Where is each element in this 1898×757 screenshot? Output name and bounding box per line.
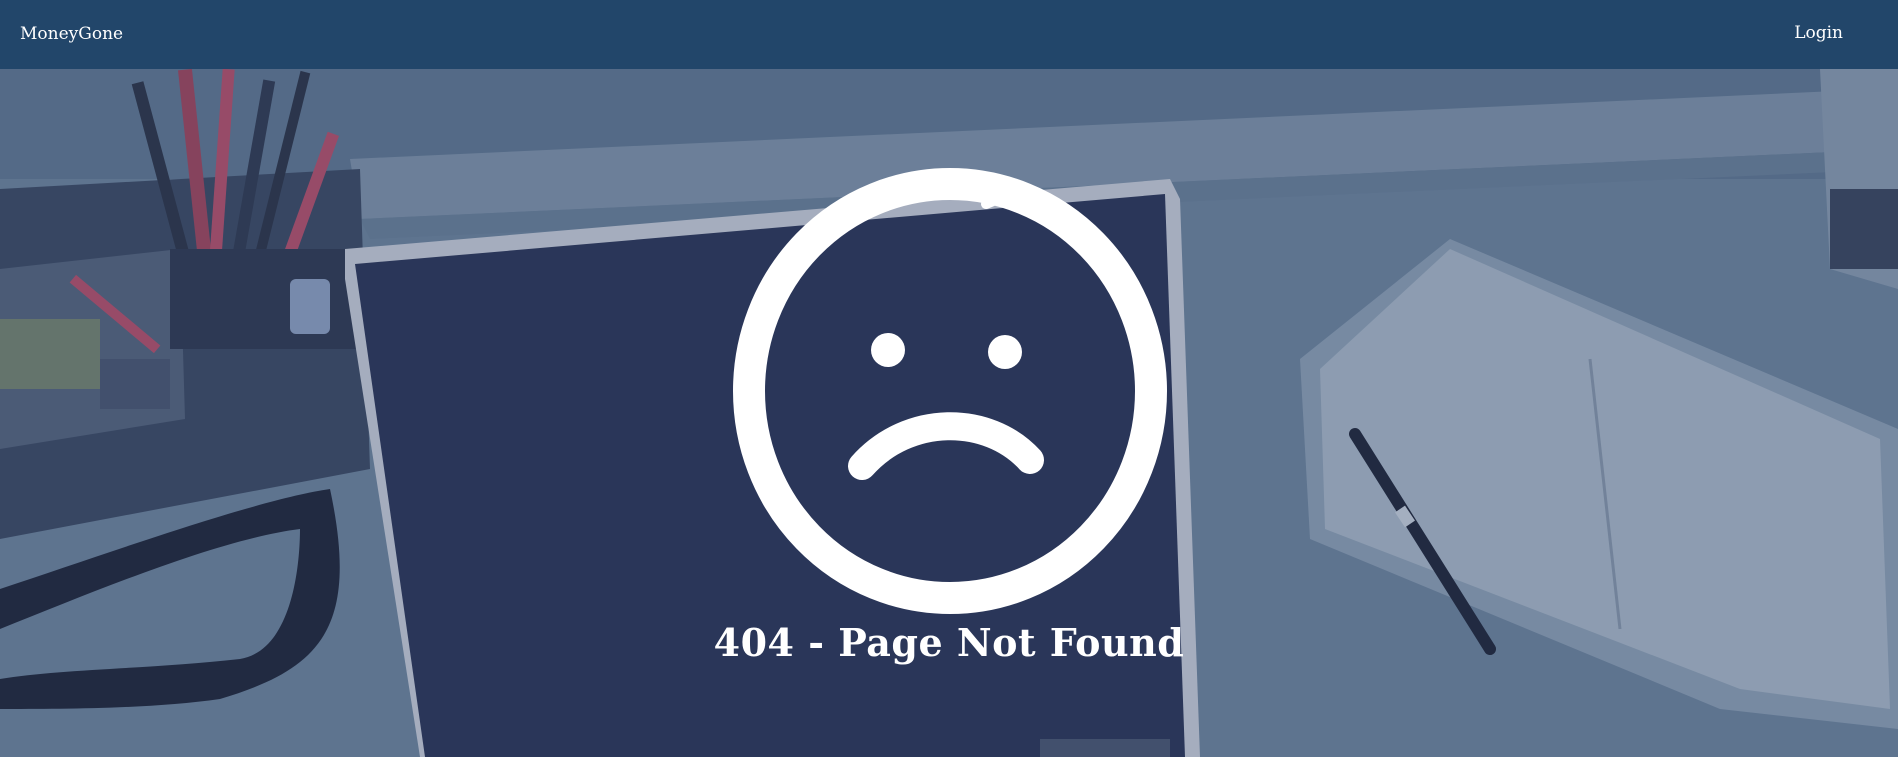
login-link[interactable]: Login [1794,23,1843,43]
sad-face-icon [728,164,1172,614]
error-title: 404 - Page Not Found [713,620,1185,665]
error-content: 404 - Page Not Found [0,69,1898,757]
top-navbar: MoneyGone Login [0,0,1898,69]
brand-link[interactable]: MoneyGone [20,24,123,44]
page: MoneyGone Login 404 - Page Not Found [0,0,1898,757]
